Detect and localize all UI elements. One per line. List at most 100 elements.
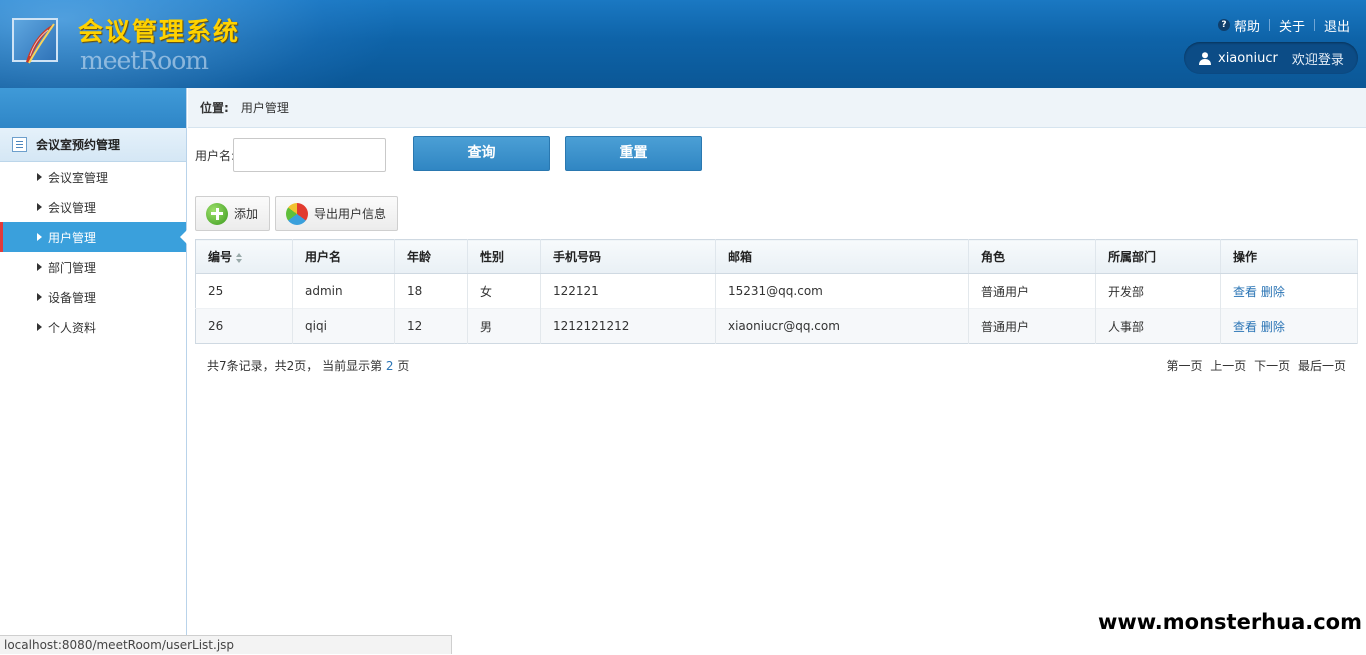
view-link[interactable]: 查看 bbox=[1233, 285, 1257, 299]
app-subtitle: meetRoom bbox=[80, 46, 209, 75]
app-logo bbox=[12, 18, 58, 64]
cell-role: 普通用户 bbox=[968, 273, 1096, 309]
help-link[interactable]: ? 帮助 bbox=[1217, 16, 1260, 35]
username: xiaoniucr bbox=[1218, 50, 1278, 66]
user-table: 编号 用户名 年龄 性别 手机号码 邮箱 角色 所属部门 操作 25 admin… bbox=[195, 239, 1358, 344]
delete-link[interactable]: 删除 bbox=[1261, 285, 1285, 299]
cell-username: admin bbox=[292, 273, 395, 309]
sidebar-item-users[interactable]: 用户管理 bbox=[0, 222, 187, 252]
pagination-summary-text: 共7条记录，共2页， 当前显示第 bbox=[207, 359, 383, 373]
last-page-link[interactable]: 最后一页 bbox=[1298, 359, 1346, 373]
sort-icon[interactable] bbox=[236, 252, 243, 263]
column-header-username: 用户名 bbox=[292, 239, 395, 274]
column-header-id[interactable]: 编号 bbox=[195, 239, 293, 274]
sidebar-item-departments[interactable]: 部门管理 bbox=[0, 252, 186, 282]
export-label: 导出用户信息 bbox=[314, 207, 387, 221]
delete-link[interactable]: 删除 bbox=[1261, 320, 1285, 334]
caret-right-icon bbox=[37, 293, 42, 301]
app-header: 会议管理系统 meetRoom ? 帮助 关于 退出 xiaoniucr 欢迎登… bbox=[0, 0, 1366, 88]
table-header-row: 编号 用户名 年龄 性别 手机号码 邮箱 角色 所属部门 操作 bbox=[195, 239, 1358, 274]
pie-chart-icon bbox=[286, 202, 308, 225]
link-divider bbox=[1313, 19, 1315, 31]
sidebar-item-label: 部门管理 bbox=[48, 260, 97, 275]
user-info: xiaoniucr 欢迎登录 bbox=[1184, 42, 1358, 74]
breadcrumb-label: 位置: bbox=[200, 101, 229, 115]
help-label: 帮助 bbox=[1233, 19, 1260, 35]
sidebar-item-label: 个人资料 bbox=[48, 320, 97, 335]
caret-right-icon bbox=[37, 173, 42, 181]
sidebar-item-label: 会议管理 bbox=[48, 200, 97, 215]
cell-id: 25 bbox=[195, 273, 293, 309]
list-icon bbox=[12, 137, 27, 152]
breadcrumb-current: 用户管理 bbox=[240, 101, 289, 115]
current-page-number: 2 bbox=[385, 359, 394, 373]
sidebar-item-equipment[interactable]: 设备管理 bbox=[0, 282, 186, 312]
link-divider bbox=[1268, 19, 1270, 31]
cell-username: qiqi bbox=[292, 308, 395, 344]
cell-email: xiaoniucr@qq.com bbox=[715, 308, 969, 344]
cell-gender: 男 bbox=[467, 308, 541, 344]
column-header-age: 年龄 bbox=[394, 239, 468, 274]
add-button[interactable]: 添加 bbox=[195, 196, 270, 231]
pagination-links: 第一页 上一页 下一页 最后一页 bbox=[1162, 357, 1346, 374]
column-header-actions: 操作 bbox=[1220, 239, 1358, 274]
watermark-text: www.monsterhua.com bbox=[1097, 610, 1362, 634]
sidebar-item-label: 会议室管理 bbox=[48, 170, 109, 185]
export-users-button[interactable]: 导出用户信息 bbox=[275, 196, 398, 231]
prev-page-link[interactable]: 上一页 bbox=[1210, 359, 1246, 373]
cell-email: 15231@qq.com bbox=[715, 273, 969, 309]
breadcrumb: 位置: 用户管理 bbox=[188, 88, 1366, 128]
main-content: 用户名: 查询 重置 添加 导出用户信息 编号 用户名 年龄 性别 手机号码 邮… bbox=[188, 128, 1366, 654]
about-link[interactable]: 关于 bbox=[1279, 16, 1305, 35]
view-link[interactable]: 查看 bbox=[1233, 320, 1257, 334]
cell-department: 人事部 bbox=[1095, 308, 1221, 344]
plus-circle-icon bbox=[206, 202, 228, 225]
table-row[interactable]: 25 admin 18 女 122121 15231@qq.com 普通用户 开… bbox=[195, 273, 1358, 309]
cell-actions: 查看 删除 bbox=[1220, 273, 1358, 309]
cell-gender: 女 bbox=[467, 273, 541, 309]
pagination-page-suffix: 页 bbox=[397, 359, 410, 373]
column-header-role: 角色 bbox=[968, 239, 1096, 274]
sidebar: 会议室预约管理 会议室管理 会议管理 用户管理 部门管理 设备管理 个人资料 bbox=[0, 88, 187, 654]
help-icon: ? bbox=[1217, 19, 1230, 31]
table-row[interactable]: 26 qiqi 12 男 1212121212 xiaoniucr@qq.com… bbox=[195, 308, 1358, 344]
column-header-email: 邮箱 bbox=[715, 239, 969, 274]
logout-link[interactable]: 退出 bbox=[1324, 16, 1350, 35]
welcome-text: 欢迎登录 bbox=[1291, 52, 1344, 68]
user-icon bbox=[1199, 52, 1211, 65]
cell-actions: 查看 删除 bbox=[1220, 308, 1358, 344]
next-page-link[interactable]: 下一页 bbox=[1254, 359, 1290, 373]
sidebar-top-bar bbox=[0, 88, 186, 128]
cell-phone: 1212121212 bbox=[540, 308, 716, 344]
pagination-summary: 共7条记录，共2页， 当前显示第 2 页 bbox=[207, 357, 409, 374]
sidebar-item-label: 设备管理 bbox=[48, 290, 97, 305]
logout-label: 退出 bbox=[1323, 19, 1350, 35]
sidebar-item-meetings[interactable]: 会议管理 bbox=[0, 192, 186, 222]
cell-phone: 122121 bbox=[540, 273, 716, 309]
username-search-input[interactable] bbox=[233, 138, 386, 172]
add-label: 添加 bbox=[234, 207, 259, 221]
sidebar-section-header[interactable]: 会议室预约管理 bbox=[0, 128, 186, 162]
caret-right-icon bbox=[37, 263, 42, 271]
cell-department: 开发部 bbox=[1095, 273, 1221, 309]
query-button[interactable]: 查询 bbox=[413, 136, 550, 171]
cell-age: 12 bbox=[394, 308, 468, 344]
sidebar-item-meeting-rooms[interactable]: 会议室管理 bbox=[0, 162, 186, 192]
column-header-gender: 性别 bbox=[467, 239, 541, 274]
sidebar-item-label: 用户管理 bbox=[48, 230, 97, 245]
caret-right-icon bbox=[37, 323, 42, 331]
cell-id: 26 bbox=[195, 308, 293, 344]
cell-age: 18 bbox=[394, 273, 468, 309]
sidebar-item-profile[interactable]: 个人资料 bbox=[0, 312, 186, 342]
caret-right-icon bbox=[37, 203, 42, 211]
cell-role: 普通用户 bbox=[968, 308, 1096, 344]
caret-right-icon bbox=[37, 233, 42, 241]
feather-pen-icon bbox=[26, 23, 55, 64]
search-label: 用户名: bbox=[195, 149, 236, 163]
app-title: 会议管理系统 bbox=[78, 17, 241, 46]
about-label: 关于 bbox=[1278, 19, 1305, 35]
first-page-link[interactable]: 第一页 bbox=[1166, 359, 1202, 373]
sidebar-section-title: 会议室预约管理 bbox=[36, 138, 121, 152]
reset-button[interactable]: 重置 bbox=[565, 136, 702, 171]
column-header-phone: 手机号码 bbox=[540, 239, 716, 274]
